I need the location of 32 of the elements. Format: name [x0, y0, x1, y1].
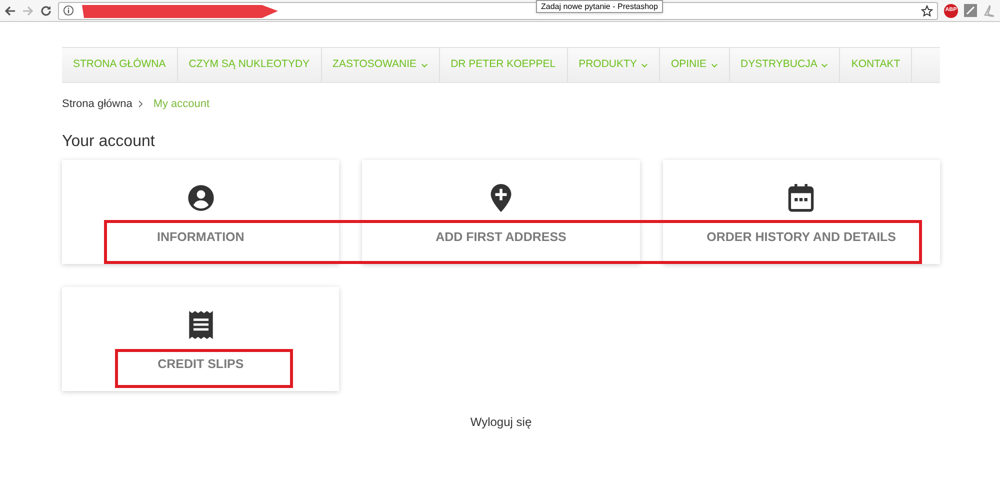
account-card[interactable]: CREDIT SLIPS — [62, 286, 340, 390]
account-card[interactable]: ADD FIRST ADDRESS — [362, 160, 640, 264]
star-icon[interactable] — [921, 4, 933, 16]
card-label: CREDIT SLIPS — [158, 356, 244, 372]
breadcrumb-current: My account — [153, 97, 210, 112]
back-icon[interactable] — [4, 4, 16, 16]
info-icon[interactable] — [63, 5, 74, 16]
card-label: ORDER HISTORY AND DETAILS — [706, 228, 896, 246]
nav-link[interactable]: OPINIE — [660, 48, 730, 82]
breadcrumb-link[interactable]: Strona główna — [62, 96, 132, 112]
calendar-icon — [788, 184, 814, 212]
user-icon — [186, 184, 215, 212]
account-card[interactable]: INFORMATION — [62, 160, 340, 264]
nav-link[interactable]: CZYM SĄ NUKLEOTYDY — [178, 48, 322, 82]
nav-link[interactable]: PRODUKTY — [568, 48, 660, 82]
reload-icon[interactable] — [40, 4, 52, 16]
extension-icon[interactable] — [964, 4, 977, 17]
nav-link[interactable]: KONTAKT — [840, 48, 912, 82]
address-bar[interactable] — [58, 2, 938, 20]
account-card[interactable]: ORDER HISTORY AND DETAILS — [662, 160, 940, 264]
logout-link[interactable]: Wyloguj się — [470, 412, 532, 430]
card-label: ADD FIRST ADDRESS — [436, 228, 566, 246]
nav-link[interactable]: ZASTOSOWANIE — [322, 48, 440, 82]
tooltip: Zadaj nowe pytanie - Prestashop — [536, 0, 663, 13]
nav-link[interactable]: STRONA GŁÓWNA — [62, 48, 178, 82]
receipt-icon — [188, 310, 213, 338]
nav-link[interactable]: DYSTRYBUCJA — [730, 48, 840, 82]
nav-link[interactable]: DR PETER KOEPPEL — [440, 48, 568, 82]
page-title: Your account — [62, 132, 156, 152]
map-pin-plus-icon — [490, 184, 512, 212]
card-label: INFORMATION — [157, 228, 244, 246]
chevron-right-icon — [138, 100, 144, 108]
